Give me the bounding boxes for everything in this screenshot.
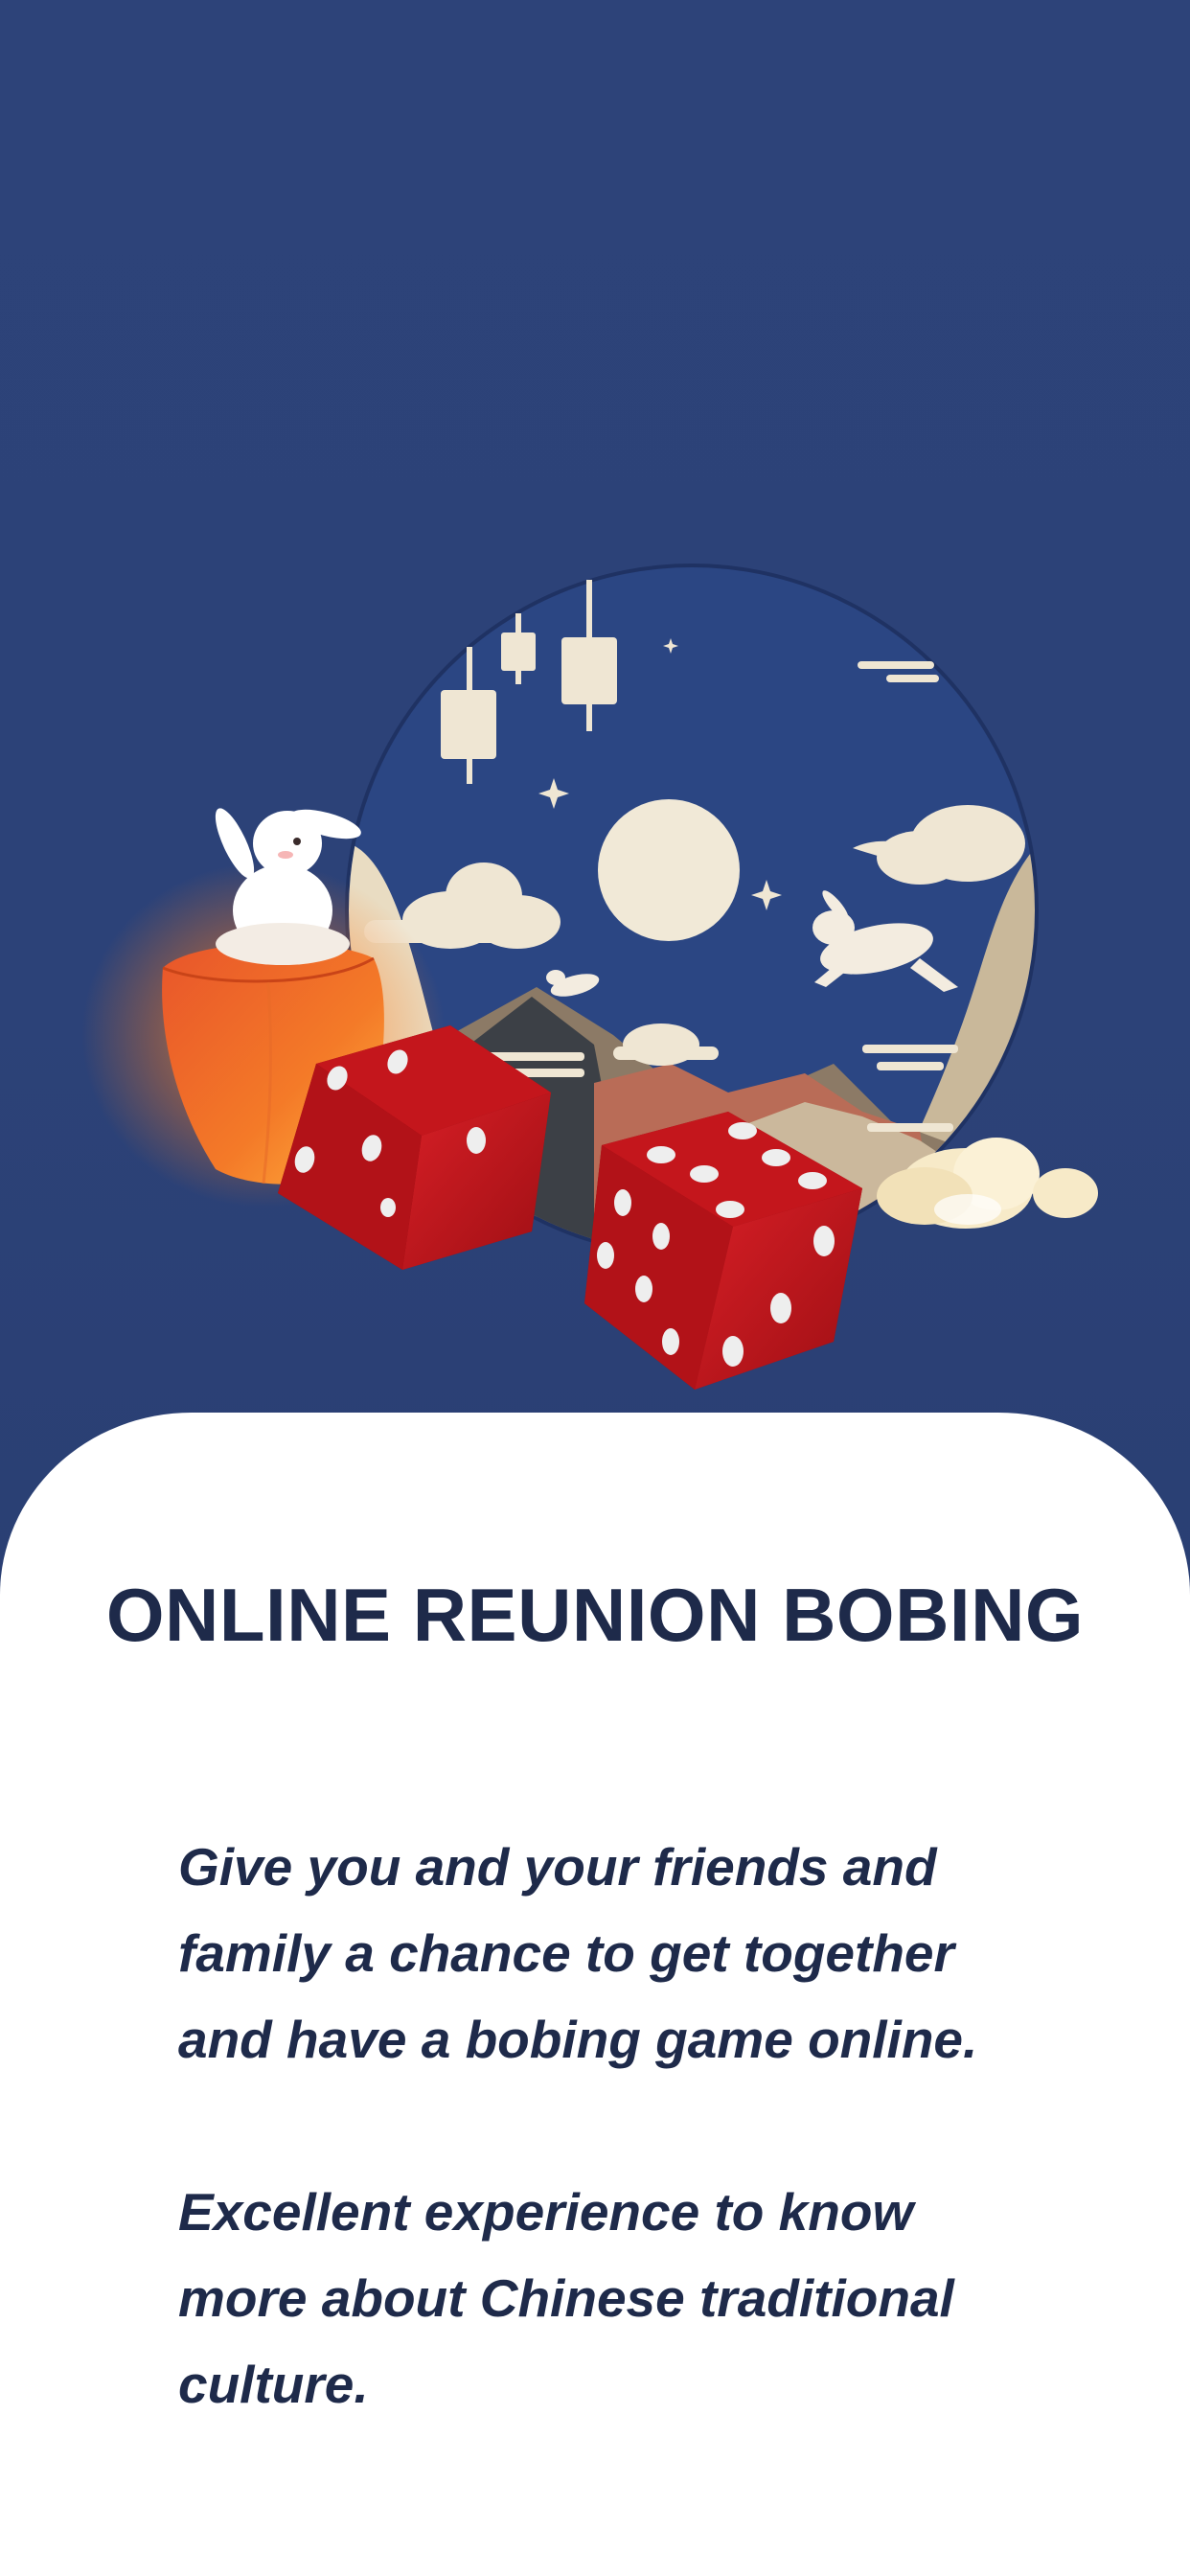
- moon-icon: [598, 799, 740, 941]
- description-paragraph: Excellent experience to know more about …: [178, 2182, 954, 2414]
- mid-autumn-illustration: [81, 564, 1098, 1390]
- description-paragraph: Give you and your friends and family a c…: [178, 1837, 978, 2069]
- page-title: ONLINE REUNION BOBING: [105, 1573, 1085, 1657]
